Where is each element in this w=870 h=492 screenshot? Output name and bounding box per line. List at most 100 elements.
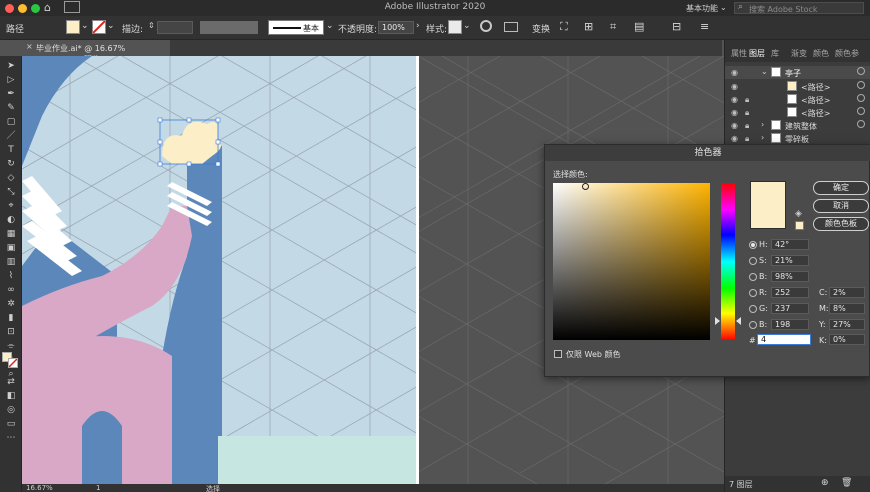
saturation-brightness-field[interactable] [553,183,710,340]
shape-builder-icon[interactable]: ⊞ [584,20,593,33]
red-radio[interactable] [749,289,757,297]
workspace-switcher[interactable]: 基本功能 [686,3,718,14]
edit-toolbar-icon[interactable]: ⋯ [4,432,18,444]
color-picker-cursor[interactable] [582,183,589,190]
tab-gradient[interactable]: 渐变 [791,48,807,59]
layer-row[interactable]: ◉ 🔒︎ <路径> [725,93,870,106]
stroke-weight-field[interactable] [157,21,193,34]
target-icon[interactable] [857,67,865,75]
column-graph-tool-icon[interactable]: ▮ [4,312,18,324]
brightness-radio[interactable] [749,273,757,281]
rotate-tool-icon[interactable]: ↻ [4,158,18,170]
green-radio[interactable] [749,305,757,313]
rectangle-tool-icon[interactable]: ▢ [4,116,18,128]
layer-row[interactable]: ◉ 🔒︎ <路径> [725,106,870,119]
black-field[interactable]: 0% [829,334,865,345]
brush-definition-dropdown[interactable]: 基本 [268,20,324,35]
visibility-eye-icon[interactable]: ◉ [731,121,738,130]
color-swatches-button[interactable]: 颜色色板 [813,217,869,231]
layer-name[interactable]: <路径> [801,95,830,106]
shape-builder-tool-icon[interactable]: ◐ [4,214,18,226]
target-icon[interactable] [857,81,865,89]
layer-name[interactable]: <路径> [801,82,830,93]
chevron-down-icon[interactable]: ⌄ [81,21,89,31]
paintbrush-tool-icon[interactable]: ／ [4,130,18,142]
curvature-tool-icon[interactable]: ✎ [4,102,18,114]
close-tab-icon[interactable]: × [26,42,33,51]
hue-radio[interactable] [749,241,757,249]
eraser-tool-icon[interactable]: ◇ [4,172,18,184]
target-icon[interactable] [857,107,865,115]
artboard-number[interactable]: 1 [96,484,100,492]
target-icon[interactable] [857,120,865,128]
recolor-artwork-icon[interactable] [480,20,492,32]
arrange-icon[interactable]: ⊟ [672,20,681,33]
layer-row[interactable]: ◉ <路径> [725,80,870,93]
lock-icon[interactable]: 🔒︎ [745,95,749,105]
select-similar-icon[interactable]: ▤ [634,20,644,33]
draw-mode-icon[interactable]: ◎ [4,404,18,416]
new-layer-icon[interactable]: ⊕ [821,478,829,488]
mesh-tool-icon[interactable]: ▣ [4,242,18,254]
gradient-tool-icon[interactable]: ▥ [4,256,18,268]
chevron-down-icon[interactable]: ⌄ [463,21,471,31]
isolate-object-icon[interactable]: ⛶ [560,20,568,34]
zoom-level[interactable]: 16.67% [26,484,53,492]
blue-radio[interactable] [749,321,757,329]
panel-menu-icon[interactable]: ≡ [700,20,709,33]
tab-color[interactable]: 颜色 [813,48,829,59]
lock-icon[interactable]: 🔒︎ [745,134,749,144]
green-field[interactable]: 237 [771,303,809,314]
hue-slider-handle-left[interactable] [715,317,720,325]
web-only-checkbox[interactable] [554,350,562,358]
chevron-right-icon[interactable]: › [761,133,764,142]
perspective-grid-tool-icon[interactable]: ▦ [4,228,18,240]
trash-icon[interactable]: 🗑︎ [841,478,852,488]
cyan-field[interactable]: 2% [829,287,865,298]
ok-button[interactable]: 确定 [813,181,869,195]
tab-layers[interactable]: 图层 [749,48,765,59]
visibility-eye-icon[interactable]: ◉ [731,108,738,117]
document-tab[interactable]: × 毕业作业.ai* @ 16.67% (CMYK/GPU 预览) [22,40,170,64]
visibility-eye-icon[interactable]: ◉ [731,82,738,91]
chevron-down-icon[interactable]: ⌄ [107,21,115,31]
artboard-tool-icon[interactable]: ⊡ [4,326,18,338]
lock-icon[interactable]: 🔒︎ [745,121,749,131]
layer-row[interactable]: ◉ ⌄ 亭子 [725,66,870,79]
saturation-field[interactable]: 21% [771,255,809,266]
cancel-button[interactable]: 取消 [813,199,869,213]
graphic-style-swatch[interactable] [448,20,462,34]
free-transform-tool-icon[interactable]: ⌖ [4,200,18,212]
magenta-field[interactable]: 8% [829,303,865,314]
selection-tool-icon[interactable]: ➤ [4,60,18,72]
layer-name[interactable]: 建筑整体 [785,121,817,132]
direct-selection-tool-icon[interactable]: ▷ [4,74,18,86]
variable-width-profile[interactable] [200,21,258,34]
chevron-down-icon[interactable]: ⌄ [720,3,727,12]
blend-tool-icon[interactable]: ∞ [4,284,18,296]
tab-properties[interactable]: 属性 [731,48,747,59]
target-icon[interactable] [857,94,865,102]
chevron-right-icon[interactable]: › [761,120,764,129]
crop-image-icon[interactable]: ⌗ [610,20,616,34]
scale-tool-icon[interactable]: ⤡ [4,186,18,198]
type-tool-icon[interactable]: T [4,144,18,156]
chevron-right-icon[interactable]: › [416,21,420,31]
chevron-down-icon[interactable]: ⌄ [326,21,334,31]
stock-search-field[interactable]: ⌕ 搜索 Adobe Stock [734,2,864,14]
hue-slider[interactable] [721,183,735,340]
hex-field[interactable]: 4 [757,334,811,345]
hue-field[interactable]: 42° [771,239,809,250]
lock-icon[interactable]: 🔒︎ [745,108,749,118]
saturation-radio[interactable] [749,257,757,265]
visibility-eye-icon[interactable]: ◉ [731,68,738,77]
out-of-gamut-icon[interactable]: ◈ [795,209,802,219]
layer-row[interactable]: ◉ 🔒︎ › 建筑整体 [725,119,870,132]
pen-tool-icon[interactable]: ✒ [4,88,18,100]
align-icon[interactable] [504,22,518,32]
stroke-color-swatch[interactable] [92,20,106,34]
blue-field[interactable]: 198 [771,319,809,330]
hue-slider-handle-right[interactable] [736,317,741,325]
symbol-sprayer-tool-icon[interactable]: ✲ [4,298,18,310]
screen-mode-icon[interactable]: ▭ [4,418,18,430]
